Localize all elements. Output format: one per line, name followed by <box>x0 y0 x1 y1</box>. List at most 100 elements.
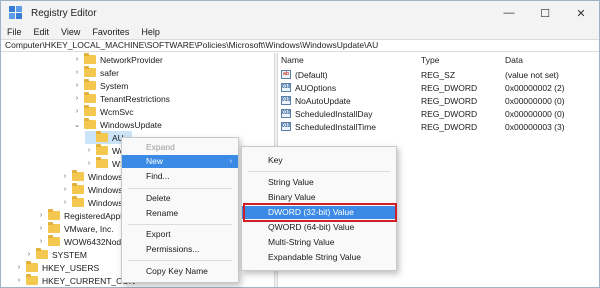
submenu-item-expandable-string-value[interactable]: Expandable String Value <box>242 251 396 264</box>
value-data: 0x00000000 (0) <box>505 96 565 106</box>
chevron-right-icon[interactable]: › <box>37 238 45 245</box>
menu-item-find[interactable]: Find... <box>122 170 238 183</box>
menu-item-delete[interactable]: Delete <box>122 192 238 205</box>
chevron-right-icon[interactable]: › <box>37 212 45 219</box>
tree-item-label: WindowsUpdate <box>100 119 162 130</box>
chevron-down-icon[interactable]: ⌄ <box>73 121 81 129</box>
tree-item-label: WcmSvc <box>100 106 134 117</box>
menu-item-permissions[interactable]: Permissions... <box>122 243 238 256</box>
value-data: 0x00000002 (2) <box>505 83 565 93</box>
tree-item-wcmsvc[interactable]: › WcmSvc <box>73 105 134 118</box>
tree-item-tenantrestrictions[interactable]: › TenantRestrictions <box>73 92 170 105</box>
column-header-data[interactable]: Data <box>505 55 523 65</box>
tree-item-system[interactable]: › System <box>73 79 128 92</box>
value-name: ScheduledInstallTime <box>295 122 376 132</box>
tree-item-registeredapplications[interactable]: › RegisteredAppl <box>37 209 122 222</box>
chevron-right-icon[interactable]: › <box>85 147 93 154</box>
dword-value-icon: 010 <box>281 109 291 118</box>
list-row[interactable]: 010 NoAutoUpdate REG_DWORD 0x00000000 (0… <box>279 96 599 108</box>
tree-item-windowsupdate[interactable]: ⌄ WindowsUpdate <box>73 118 162 131</box>
chevron-right-icon[interactable]: › <box>61 173 69 180</box>
close-button[interactable]: ✕ <box>563 1 599 25</box>
tree-item-networkprovider[interactable]: › NetworkProvider <box>73 53 163 66</box>
folder-icon <box>72 196 84 207</box>
value-name: ScheduledInstallDay <box>295 109 373 119</box>
tree-item-windows-2[interactable]: › Windows <box>61 183 122 196</box>
tree-item-label: VMware, Inc. <box>64 223 114 234</box>
menu-separator <box>248 171 390 172</box>
tree-item-wow6432node[interactable]: › WOW6432Node <box>37 235 126 248</box>
folder-icon <box>26 274 38 285</box>
chevron-right-icon[interactable]: › <box>25 251 33 258</box>
folder-icon <box>72 183 84 194</box>
chevron-right-icon[interactable]: › <box>61 186 69 193</box>
tree-item-label: Windows <box>88 184 123 195</box>
submenu-item-string-value[interactable]: String Value <box>242 176 396 189</box>
chevron-right-icon[interactable]: › <box>37 225 45 232</box>
folder-icon <box>26 261 38 272</box>
folder-icon <box>84 118 96 129</box>
address-bar[interactable]: Computer\HKEY_LOCAL_MACHINE\SOFTWARE\Pol… <box>1 39 599 52</box>
window-title: Registry Editor <box>31 7 97 19</box>
folder-icon <box>84 105 96 116</box>
chevron-right-icon[interactable]: › <box>73 56 81 63</box>
column-header-type[interactable]: Type <box>421 55 439 65</box>
submenu-item-multi-string-value[interactable]: Multi-String Value <box>242 236 396 249</box>
dword-value-icon: 010 <box>281 96 291 105</box>
list-row[interactable]: 010 ScheduledInstallTime REG_DWORD 0x000… <box>279 122 599 134</box>
submenu-item-key[interactable]: Key <box>242 154 396 167</box>
tree-item-safer[interactable]: › safer <box>73 66 119 79</box>
folder-icon <box>48 222 60 233</box>
value-data: 0x00000000 (0) <box>505 109 565 119</box>
value-type: REG_DWORD <box>421 109 478 119</box>
tree-item-label: Windows <box>88 171 123 182</box>
menu-item-expand[interactable]: Expand <box>122 141 238 154</box>
chevron-right-icon[interactable]: › <box>61 199 69 206</box>
list-row[interactable]: ab (Default) REG_SZ (value not set) <box>279 70 599 82</box>
menu-help[interactable]: Help <box>135 27 166 37</box>
tree-item-system-hive[interactable]: › SYSTEM <box>25 248 87 261</box>
value-name: NoAutoUpdate <box>295 96 351 106</box>
registry-editor-icon <box>9 6 23 20</box>
folder-icon <box>72 170 84 181</box>
list-row[interactable]: 010 AUOptions REG_DWORD 0x00000002 (2) <box>279 83 599 95</box>
chevron-right-icon[interactable]: › <box>15 277 23 284</box>
menu-view[interactable]: View <box>55 27 86 37</box>
tree-item-vmware[interactable]: › VMware, Inc. <box>37 222 114 235</box>
menu-item-new[interactable]: New › <box>122 155 238 168</box>
menu-file[interactable]: File <box>1 27 28 37</box>
folder-icon <box>48 235 60 246</box>
chevron-right-icon[interactable]: › <box>73 69 81 76</box>
minimize-button[interactable]: — <box>491 1 527 25</box>
folder-icon <box>96 157 108 168</box>
maximize-button[interactable]: ☐ <box>527 1 563 25</box>
submenu-item-qword-value[interactable]: QWORD (64-bit) Value <box>242 221 396 234</box>
chevron-right-icon[interactable]: › <box>85 160 93 167</box>
list-row[interactable]: 010 ScheduledInstallDay REG_DWORD 0x0000… <box>279 109 599 121</box>
menu-separator <box>128 188 232 189</box>
chevron-right-icon[interactable]: › <box>73 95 81 102</box>
menu-item-copy-key-name[interactable]: Copy Key Name <box>122 265 238 278</box>
menu-bar: File Edit View Favorites Help <box>1 25 599 39</box>
column-header-name[interactable]: Name <box>281 55 304 65</box>
chevron-right-icon[interactable]: › <box>73 108 81 115</box>
folder-icon <box>48 209 60 220</box>
list-header: Name Type Data <box>279 55 599 67</box>
menu-item-rename[interactable]: Rename <box>122 207 238 220</box>
menu-favorites[interactable]: Favorites <box>86 27 135 37</box>
chevron-right-icon[interactable]: › <box>15 264 23 271</box>
value-data: (value not set) <box>505 70 559 80</box>
tree-context-menu: Expand New › Find... Delete Rename Expor… <box>121 137 239 283</box>
menu-edit[interactable]: Edit <box>28 27 56 37</box>
tree-item-hkey-users[interactable]: › HKEY_USERS <box>15 261 99 274</box>
folder-icon <box>84 66 96 77</box>
menu-item-export[interactable]: Export <box>122 228 238 241</box>
tree-item-label: NetworkProvider <box>100 54 163 65</box>
tree-item-windows-3[interactable]: › Windows <box>61 196 122 209</box>
title-bar: Registry Editor — ☐ ✕ <box>1 1 599 25</box>
value-type: REG_DWORD <box>421 96 478 106</box>
tree-item-hkey-current-config[interactable]: › HKEY_CURRENT_CON <box>15 274 135 287</box>
registry-editor-window: Registry Editor — ☐ ✕ File Edit View Fav… <box>0 0 600 288</box>
chevron-right-icon[interactable]: › <box>73 82 81 89</box>
tree-item-windows-1[interactable]: › Windows <box>61 170 122 183</box>
